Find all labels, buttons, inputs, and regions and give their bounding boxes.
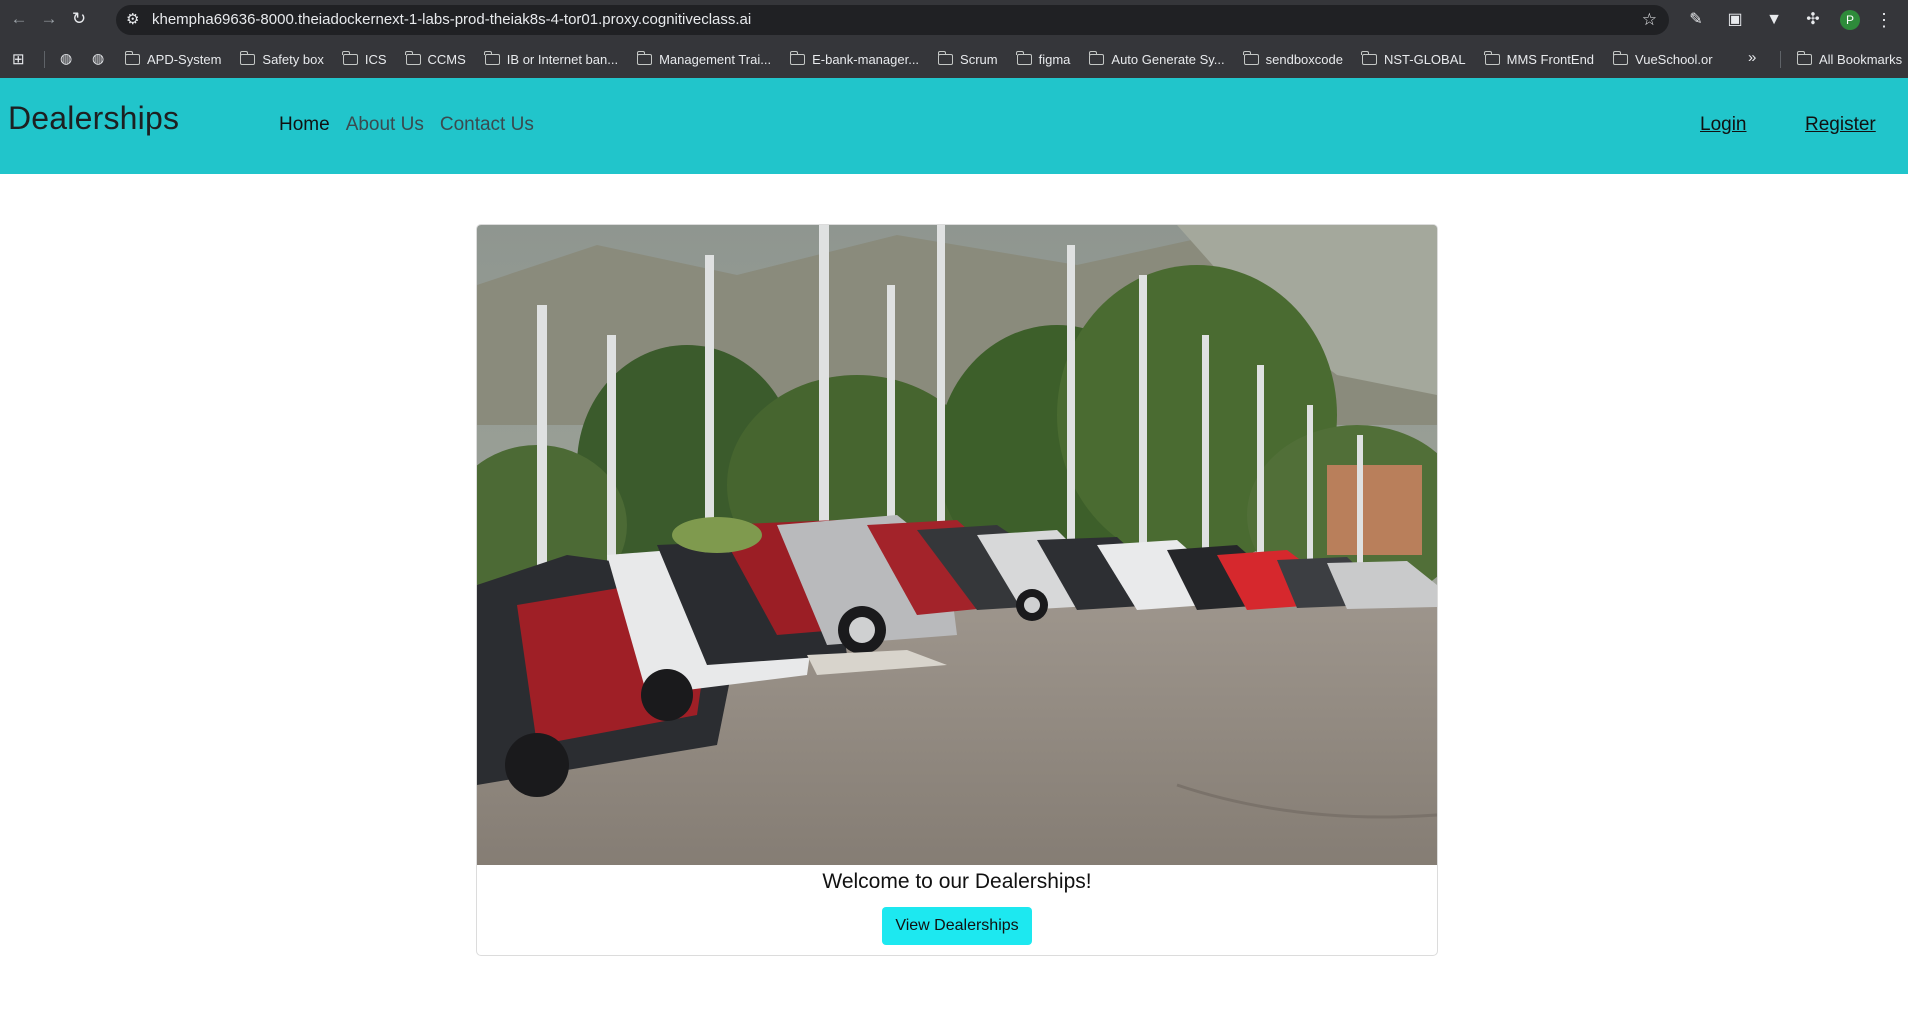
bookmark-folder[interactable]: Management Trai...	[636, 50, 771, 67]
bookmark-folder[interactable]: Scrum	[937, 50, 998, 67]
site-brand[interactable]: Dealerships	[8, 100, 179, 137]
folder-icon	[636, 50, 653, 65]
browser-nav-buttons: ← → ↻	[8, 8, 90, 30]
folder-icon	[124, 50, 140, 65]
bookmarks-bar: ⊞ ◍ ◍ APD-System Safety box ICS CCMS IB …	[0, 40, 1908, 79]
bookmark-folder[interactable]: NST-GLOBAL	[1361, 50, 1466, 67]
bookmark-folder[interactable]: E-bank-manager...	[789, 50, 919, 67]
welcome-heading: Welcome to our Dealerships!	[822, 870, 1092, 893]
folder-icon	[1088, 50, 1105, 65]
folder-icon	[1243, 50, 1259, 65]
bookmark-folder[interactable]: IB or Internet ban...	[484, 50, 618, 67]
car-lot-photo	[477, 225, 1437, 865]
extension-icons: ✎ ▣ ▼ ✣ P ⋮	[1684, 8, 1893, 32]
all-bookmarks-button[interactable]: All Bookmarks	[1796, 40, 1902, 78]
folder-icon	[789, 50, 806, 65]
more-bookmarks-chevron-icon[interactable]: »	[1748, 49, 1756, 66]
bookmark-folder[interactable]: Safety box	[239, 50, 324, 67]
folder-icon	[1016, 50, 1032, 65]
folder-icon	[239, 50, 256, 65]
bookmark-folder[interactable]: figma	[1016, 50, 1070, 67]
globe-icon[interactable]: ◍	[92, 50, 104, 67]
view-dealerships-button[interactable]: View Dealerships	[882, 907, 1032, 945]
address-bar[interactable]: ⚙ khempha69636-8000.theiadockernext-1-la…	[116, 5, 1669, 35]
bookmark-folder[interactable]: Auto Generate Sy...	[1088, 50, 1225, 67]
bookmark-folder[interactable]: APD-System	[124, 50, 221, 67]
folder-icon	[342, 50, 358, 65]
vue-devtools-icon[interactable]: ▼	[1762, 8, 1786, 32]
bookmark-folder[interactable]: CCMS	[405, 50, 466, 67]
bookmark-folder[interactable]: ICS	[342, 50, 387, 67]
bookmark-folder[interactable]: VueSchool.or	[1612, 50, 1713, 67]
folder-icon	[937, 50, 954, 65]
reload-icon[interactable]: ↻	[68, 8, 90, 30]
globe-icon[interactable]: ◍	[60, 50, 72, 67]
welcome-card: Welcome to our Dealerships! View Dealers…	[476, 224, 1438, 956]
folder-icon	[1612, 50, 1629, 65]
bookmark-folder[interactable]: MMS FrontEnd	[1484, 50, 1594, 67]
login-link[interactable]: Login	[1700, 114, 1747, 136]
url-text[interactable]: khempha69636-8000.theiadockernext-1-labs…	[152, 5, 751, 35]
register-link[interactable]: Register	[1805, 114, 1876, 136]
browser-menu-icon[interactable]: ⋮	[1875, 8, 1893, 32]
bookmarks-divider	[44, 51, 45, 68]
nav-about-link[interactable]: About Us	[346, 114, 424, 136]
site-navbar: Dealerships Home About Us Contact Us Log…	[0, 78, 1908, 174]
folder-icon	[1796, 50, 1812, 65]
browser-toolbar: ← → ↻ ⚙ khempha69636-8000.theiadockernex…	[0, 0, 1908, 40]
folder-icon	[484, 50, 500, 65]
forward-icon[interactable]: →	[38, 8, 60, 30]
nav-contact-link[interactable]: Contact Us	[440, 114, 534, 136]
apps-grid-icon[interactable]: ⊞	[12, 50, 25, 68]
screen-cast-icon[interactable]: ▣	[1723, 8, 1747, 32]
site-info-icon[interactable]: ⚙	[126, 5, 139, 35]
eyedropper-icon[interactable]: ✎	[1684, 8, 1708, 32]
bookmark-folder[interactable]: sendboxcode	[1243, 50, 1343, 67]
bookmarks-divider	[1780, 51, 1781, 68]
bookmark-list: APD-System Safety box ICS CCMS IB or Int…	[124, 40, 1713, 78]
main-nav: Home About Us Contact Us	[279, 114, 534, 136]
profile-avatar[interactable]: P	[1840, 10, 1860, 30]
extensions-puzzle-icon[interactable]: ✣	[1801, 8, 1825, 32]
nav-home-link[interactable]: Home	[279, 114, 330, 136]
folder-icon	[405, 50, 421, 65]
back-icon[interactable]: ←	[8, 8, 30, 30]
folder-icon	[1484, 50, 1500, 65]
bookmark-star-icon[interactable]: ☆	[1642, 5, 1657, 35]
folder-icon	[1361, 50, 1377, 65]
